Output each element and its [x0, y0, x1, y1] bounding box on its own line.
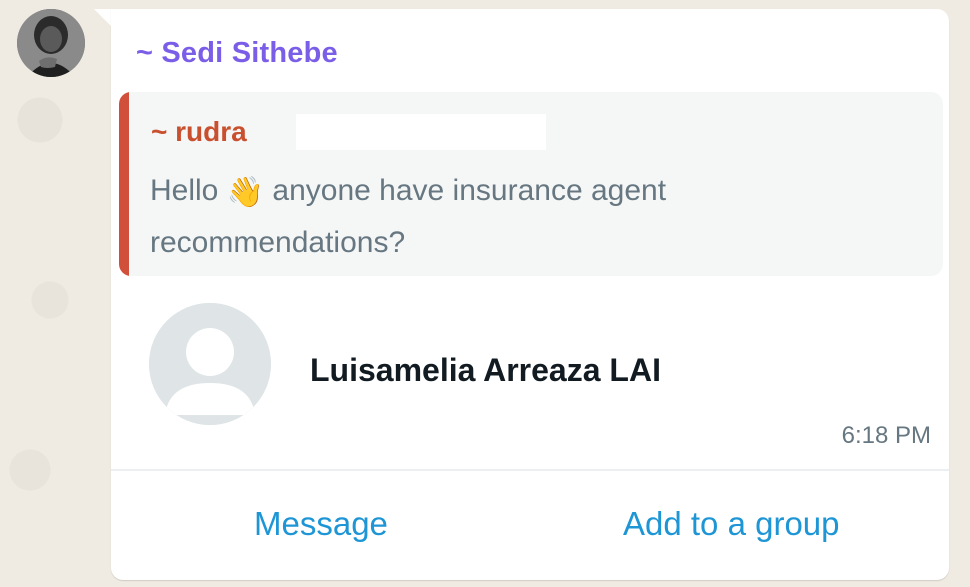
quoted-text: Hello 👋 anyone have insurance agent reco…	[150, 166, 910, 268]
redacted-phone	[296, 114, 546, 150]
message-timestamp: 6:18 PM	[841, 422, 931, 449]
sender-name[interactable]: ~ Sedi Sithebe	[136, 37, 338, 70]
add-to-group-button[interactable]: Add to a group	[623, 471, 840, 580]
contact-avatar[interactable]	[149, 303, 271, 425]
quoted-message[interactable]: ~ rudra Hello 👋 anyone have insurance ag…	[119, 92, 943, 276]
waving-hand-icon: 👋	[226, 176, 265, 209]
quoted-author: ~ rudra	[151, 116, 247, 147]
message-button[interactable]: Message	[254, 471, 388, 580]
quote-accent-bar	[119, 92, 129, 276]
contact-actions: Message Add to a group	[111, 471, 949, 580]
message-bubble: ~ Sedi Sithebe ~ rudra Hello 👋 anyone ha…	[111, 9, 949, 580]
quoted-text-start: Hello	[150, 174, 227, 207]
sender-avatar[interactable]	[17, 9, 85, 77]
default-person-avatar-icon	[149, 303, 271, 425]
sender-photo-icon	[17, 9, 85, 77]
bubble-tail	[94, 9, 112, 27]
contact-name[interactable]: Luisamelia Arreaza LAI	[310, 352, 661, 389]
